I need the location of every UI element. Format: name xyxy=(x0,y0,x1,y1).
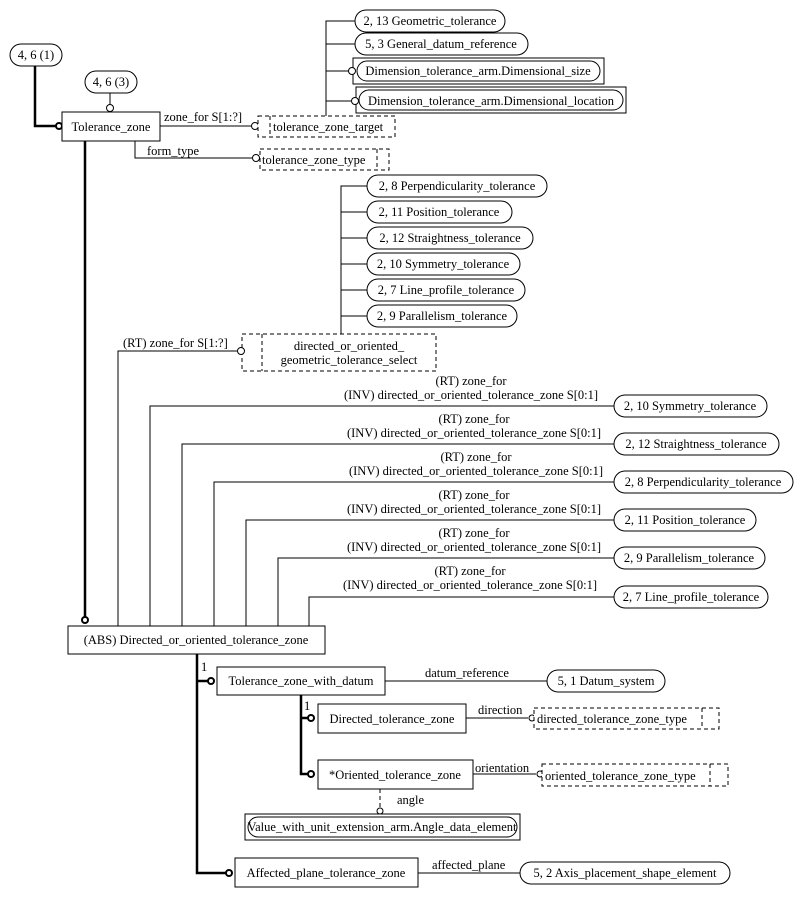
svg-text:(RT) zone_for: (RT) zone_for xyxy=(438,488,510,502)
svg-text:directed_tolerance_zone_type: directed_tolerance_zone_type xyxy=(537,712,687,726)
svg-text:(INV) directed_or_oriented_tol: (INV) directed_or_oriented_tolerance_zon… xyxy=(349,464,603,478)
select-tolerance-zone-target[interactable]: tolerance_zone_target xyxy=(257,115,396,138)
attr-affected-plane: affected_plane xyxy=(432,858,506,872)
target-geometric-tolerance[interactable]: 2, 13 Geometric_tolerance xyxy=(354,9,506,33)
attr-zone-for: zone_for S[1:?] xyxy=(164,110,242,124)
svg-text:*Oriented_tolerance_zone: *Oriented_tolerance_zone xyxy=(329,768,461,782)
svg-text:(INV) directed_or_oriented_tol: (INV) directed_or_oriented_tolerance_zon… xyxy=(344,388,598,402)
select-item-straightness[interactable]: 2, 12 Straightness_tolerance xyxy=(366,226,534,250)
svg-text:5, 2 Axis_placement_shape_elem: 5, 2 Axis_placement_shape_element xyxy=(534,866,717,880)
inverse-target-line-profile[interactable]: 2, 7 Line_profile_tolerance xyxy=(613,585,769,609)
svg-text:2, 13 Geometric_tolerance: 2, 13 Geometric_tolerance xyxy=(364,14,497,28)
subtype-circle-icon xyxy=(55,122,63,130)
target-axis-placement-shape-element[interactable]: 5, 2 Axis_placement_shape_element xyxy=(519,861,731,885)
one-of-label: 1 xyxy=(304,699,310,713)
target-dimensional-location[interactable]: Dimension_tolerance_arm.Dimensional_loca… xyxy=(351,86,627,114)
svg-text:Directed_tolerance_zone: Directed_tolerance_zone xyxy=(330,712,455,726)
page-ref-4-6-1[interactable]: 4, 6 (1) xyxy=(9,43,63,67)
type-directed-tolerance-zone-type[interactable]: directed_tolerance_zone_type xyxy=(533,707,720,730)
svg-text:2, 12 Straightness_tolerance: 2, 12 Straightness_tolerance xyxy=(379,231,521,245)
type-oriented-tolerance-zone-type[interactable]: oriented_tolerance_zone_type xyxy=(541,763,729,787)
select-item-position[interactable]: 2, 11 Position_tolerance xyxy=(366,200,513,224)
svg-text:2, 9 Parallelism_tolerance: 2, 9 Parallelism_tolerance xyxy=(377,309,508,323)
entity-oriented-tolerance-zone[interactable]: *Oriented_tolerance_zone xyxy=(317,759,474,790)
select-item-symmetry[interactable]: 2, 10 Symmetry_tolerance xyxy=(366,252,521,276)
entity-directed-or-oriented-tolerance-zone[interactable]: (ABS) Directed_or_oriented_tolerance_zon… xyxy=(67,625,326,655)
attr-datum-reference: datum_reference xyxy=(425,666,509,680)
target-datum-system[interactable]: 5, 1 Datum_system xyxy=(546,669,666,693)
svg-text:tolerance_zone_type: tolerance_zone_type xyxy=(262,153,366,167)
type-tolerance-zone-type[interactable]: tolerance_zone_type xyxy=(259,148,390,171)
svg-text:2, 8 Perpendicularity_toleranc: 2, 8 Perpendicularity_tolerance xyxy=(379,179,536,193)
select-item-perpendicularity[interactable]: 2, 8 Perpendicularity_tolerance xyxy=(366,174,548,198)
svg-text:(INV) directed_or_oriented_tol: (INV) directed_or_oriented_tolerance_zon… xyxy=(343,578,597,592)
svg-text:2, 12 Straightness_tolerance: 2, 12 Straightness_tolerance xyxy=(625,437,767,451)
svg-text:2, 11 Position_tolerance: 2, 11 Position_tolerance xyxy=(625,513,746,527)
inverse-target-perpendicularity[interactable]: 2, 8 Perpendicularity_tolerance xyxy=(613,470,794,494)
svg-text:Tolerance_zone_with_datum: Tolerance_zone_with_datum xyxy=(229,674,374,688)
svg-text:4, 6 (1): 4, 6 (1) xyxy=(18,48,54,62)
svg-text:5, 3 General_datum_reference: 5, 3 General_datum_reference xyxy=(365,37,517,51)
svg-text:(ABS) Directed_or_oriented_tol: (ABS) Directed_or_oriented_tolerance_zon… xyxy=(84,633,309,647)
inverse-target-symmetry[interactable]: 2, 10 Symmetry_tolerance xyxy=(613,394,768,418)
svg-text:Affected_plane_tolerance_zone: Affected_plane_tolerance_zone xyxy=(247,866,406,880)
svg-text:Value_with_unit_extension_arm.: Value_with_unit_extension_arm.Angle_data… xyxy=(247,820,517,834)
inverse-target-straightness[interactable]: 2, 12 Straightness_tolerance xyxy=(613,432,780,456)
attr-rt-zone-for: (RT) zone_for S[1:?] xyxy=(123,336,228,350)
svg-text:(RT) zone_for: (RT) zone_for xyxy=(435,374,507,388)
svg-text:2, 7 Line_profile_tolerance: 2, 7 Line_profile_tolerance xyxy=(623,590,760,604)
subtype-line xyxy=(33,66,56,128)
svg-text:geometric_tolerance_select: geometric_tolerance_select xyxy=(281,353,418,367)
target-dimensional-size[interactable]: Dimension_tolerance_arm.Dimensional_size xyxy=(348,57,605,85)
attr-orientation: orientation xyxy=(475,761,530,775)
attr-angle: angle xyxy=(397,793,425,807)
entity-affected-plane-tolerance-zone[interactable]: Affected_plane_tolerance_zone xyxy=(234,857,419,888)
svg-text:(RT) zone_for: (RT) zone_for xyxy=(434,564,506,578)
svg-text:directed_or_oriented_: directed_or_oriented_ xyxy=(294,339,405,353)
svg-text:Tolerance_zone: Tolerance_zone xyxy=(72,120,151,134)
svg-text:2, 8 Perpendicularity_toleranc: 2, 8 Perpendicularity_tolerance xyxy=(625,475,782,489)
svg-text:2, 9 Parallelism_tolerance: 2, 9 Parallelism_tolerance xyxy=(624,551,755,565)
svg-text:(INV) directed_or_oriented_tol: (INV) directed_or_oriented_tolerance_zon… xyxy=(347,502,601,516)
select-directed-or-oriented[interactable]: directed_or_oriented_ geometric_toleranc… xyxy=(241,333,437,372)
svg-text:(RT) zone_for: (RT) zone_for xyxy=(440,450,512,464)
svg-text:2, 11 Position_tolerance: 2, 11 Position_tolerance xyxy=(379,205,500,219)
attr-form-type: form_type xyxy=(147,144,200,158)
inverse-target-position[interactable]: 2, 11 Position_tolerance xyxy=(613,508,757,532)
entity-tolerance-zone-with-datum[interactable]: Tolerance_zone_with_datum xyxy=(216,666,386,696)
entity-directed-tolerance-zone[interactable]: Directed_tolerance_zone xyxy=(317,703,467,734)
inverse-target-parallelism[interactable]: 2, 9 Parallelism_tolerance xyxy=(613,546,766,570)
select-item-line-profile[interactable]: 2, 7 Line_profile_tolerance xyxy=(366,278,526,302)
svg-text:4, 6 (3): 4, 6 (3) xyxy=(93,75,129,89)
one-of-label: 1 xyxy=(201,660,207,674)
select-item-parallelism[interactable]: 2, 9 Parallelism_tolerance xyxy=(366,304,518,328)
svg-text:Dimension_tolerance_arm.Dimens: Dimension_tolerance_arm.Dimensional_size xyxy=(365,64,591,78)
svg-text:(INV) directed_or_oriented_tol: (INV) directed_or_oriented_tolerance_zon… xyxy=(347,426,601,440)
inverse-labels: (RT) zone_for (INV) directed_or_oriented… xyxy=(343,374,603,592)
page-ref-4-6-3[interactable]: 4, 6 (3) xyxy=(84,70,138,94)
svg-text:5, 1 Datum_system: 5, 1 Datum_system xyxy=(558,674,655,688)
svg-text:oriented_tolerance_zone_type: oriented_tolerance_zone_type xyxy=(545,769,696,783)
target-general-datum-reference[interactable]: 5, 3 General_datum_reference xyxy=(354,32,529,56)
attr-direction: direction xyxy=(478,703,523,717)
svg-text:2, 10 Symmetry_tolerance: 2, 10 Symmetry_tolerance xyxy=(624,399,757,413)
svg-text:tolerance_zone_target: tolerance_zone_target xyxy=(273,120,384,134)
svg-text:2, 10 Symmetry_tolerance: 2, 10 Symmetry_tolerance xyxy=(377,257,510,271)
svg-text:(RT) zone_for: (RT) zone_for xyxy=(438,412,510,426)
svg-text:2, 7 Line_profile_tolerance: 2, 7 Line_profile_tolerance xyxy=(378,283,515,297)
express-g-diagram: 4, 6 (1) 4, 6 (3) Tolerance_zone zone_fo… xyxy=(9,9,794,888)
svg-text:Dimension_tolerance_arm.Dimens: Dimension_tolerance_arm.Dimensional_loca… xyxy=(368,94,615,108)
svg-text:(INV) directed_or_oriented_tol: (INV) directed_or_oriented_tolerance_zon… xyxy=(347,540,601,554)
svg-text:(RT) zone_for: (RT) zone_for xyxy=(438,526,510,540)
target-angle-data-element[interactable]: Value_with_unit_extension_arm.Angle_data… xyxy=(244,813,521,841)
entity-tolerance-zone[interactable]: Tolerance_zone xyxy=(61,111,161,142)
subtype-circle-icon xyxy=(81,616,89,624)
